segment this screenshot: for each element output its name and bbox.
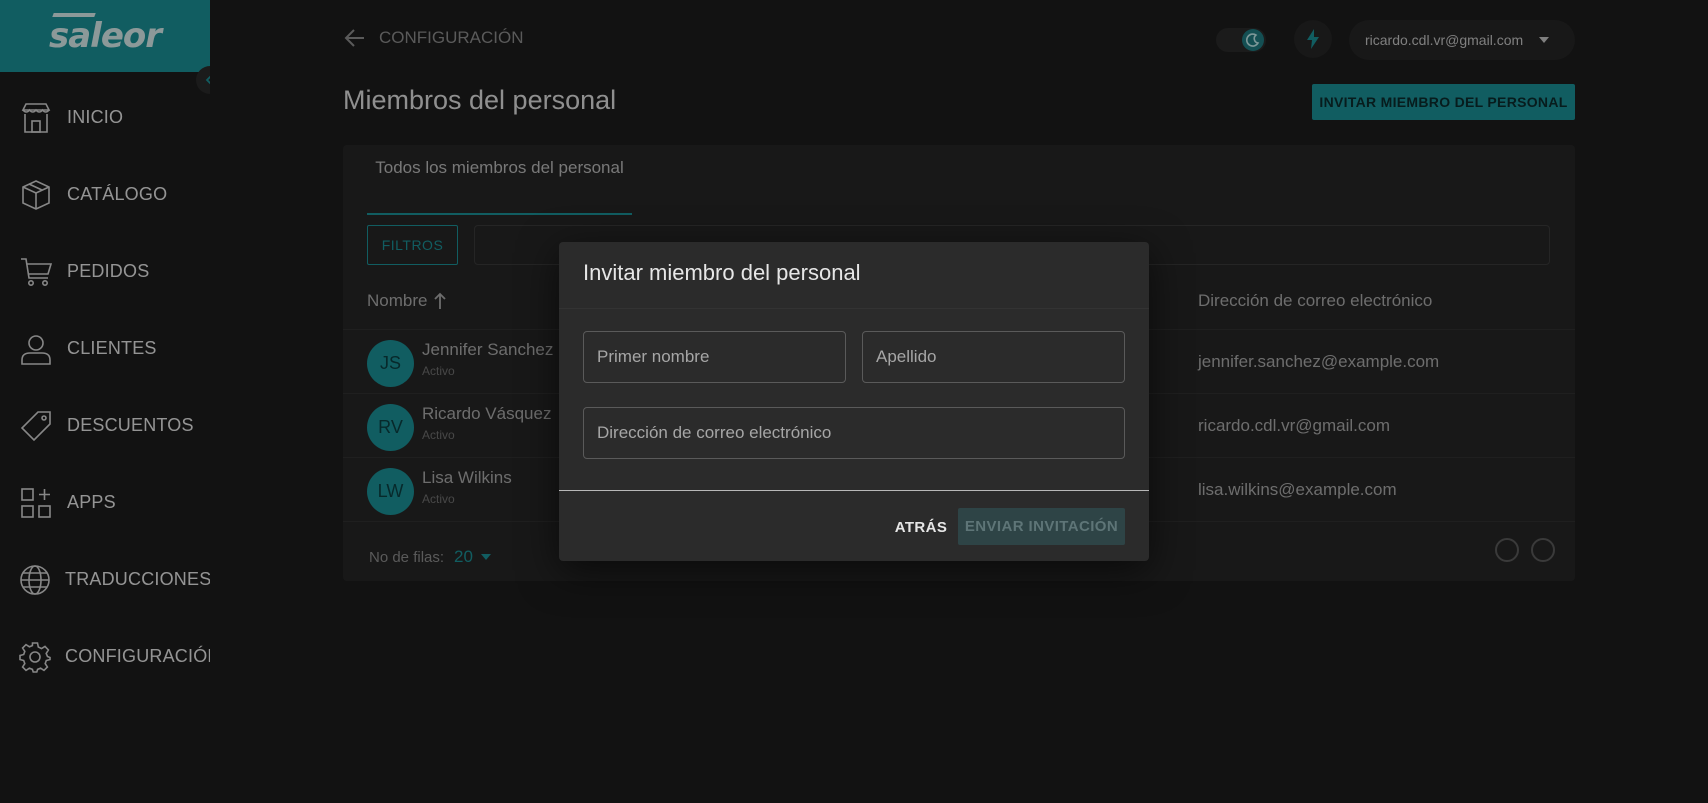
send-invitation-button[interactable]: ENVIAR INVITACIÓN	[958, 508, 1125, 545]
email-field[interactable]: Dirección de correo electrónico	[583, 407, 1125, 459]
divider	[559, 490, 1149, 491]
first-name-field[interactable]: Primer nombre	[583, 331, 846, 383]
last-name-field[interactable]: Apellido	[862, 331, 1125, 383]
invite-staff-dialog: Invitar miembro del personal Primer nomb…	[559, 242, 1149, 561]
divider	[559, 308, 1149, 309]
back-button[interactable]: ATRÁS	[886, 509, 956, 545]
dialog-title: Invitar miembro del personal	[583, 260, 861, 285]
